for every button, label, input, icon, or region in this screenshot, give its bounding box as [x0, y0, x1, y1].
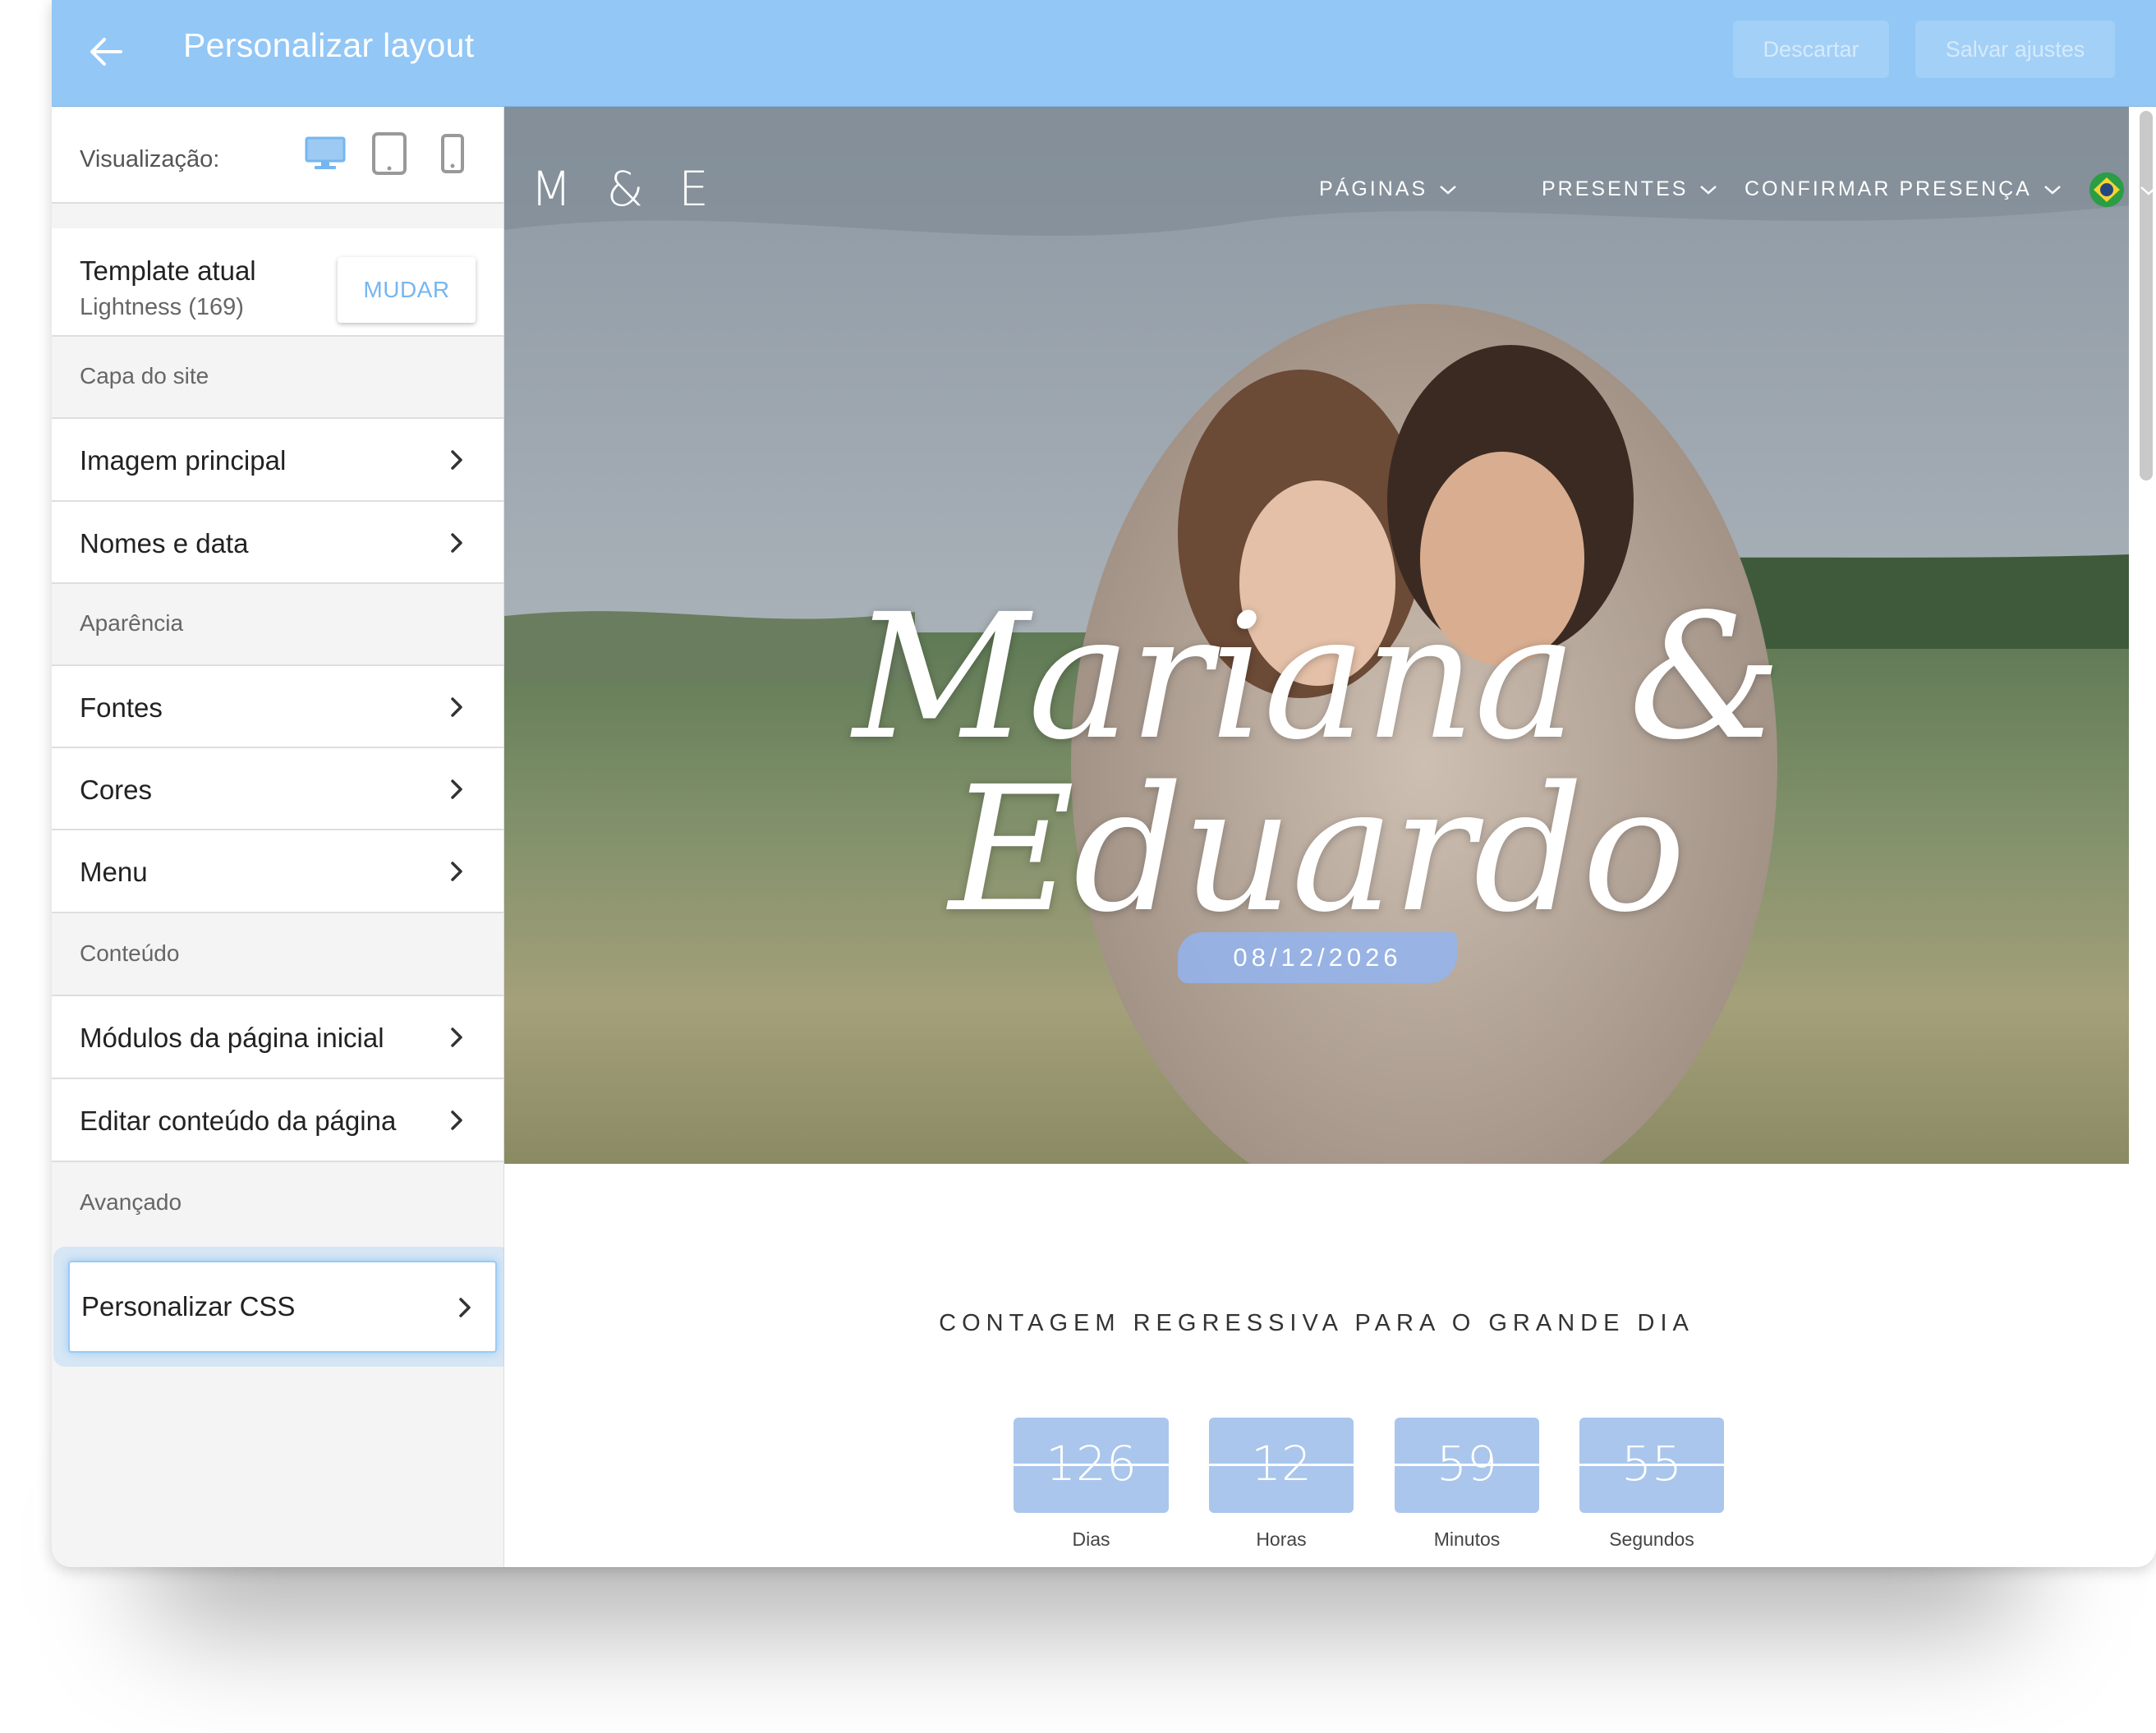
- nav-label: PRESENTES: [1542, 177, 1689, 200]
- template-title: Template atual: [80, 255, 256, 286]
- chevron-right-icon: [446, 444, 467, 476]
- menu-item-colors[interactable]: Cores: [52, 748, 503, 830]
- mobile-view-icon[interactable]: [440, 133, 465, 174]
- menu-item-edit-page-content[interactable]: Editar conteúdo da página: [52, 1079, 503, 1162]
- top-bar: Personalizar layout Descartar Salvar aju…: [52, 0, 2156, 107]
- nav-pages[interactable]: PÁGINAS: [1319, 177, 1457, 201]
- menu-item-label: Fontes: [80, 692, 163, 723]
- section-header-advanced: Avançado: [52, 1162, 503, 1245]
- chevron-right-icon: [446, 526, 467, 559]
- nav-label: CONFIRMAR PRESENÇA: [1745, 177, 2032, 200]
- countdown-minutes-box: 59: [1395, 1418, 1539, 1513]
- menu-item-custom-css[interactable]: Personalizar CSS: [68, 1261, 497, 1353]
- countdown-label: Dias: [1072, 1528, 1110, 1550]
- couple-names: Mariana & Eduardo: [853, 577, 1781, 950]
- chevron-down-icon: [2044, 185, 2061, 195]
- countdown-hours-box: 12: [1209, 1418, 1354, 1513]
- chevron-right-icon: [446, 1104, 467, 1137]
- chevron-down-icon: [1440, 185, 1456, 195]
- chevron-down-icon[interactable]: [2140, 185, 2156, 196]
- preview-scrollbar[interactable]: [2140, 111, 2153, 480]
- nav-gifts[interactable]: PRESENTES: [1542, 177, 1717, 201]
- menu-item-label: Cores: [80, 775, 153, 805]
- nav-label: PÁGINAS: [1319, 177, 1428, 200]
- menu-item-main-image[interactable]: Imagem principal: [52, 419, 503, 502]
- menu-item-label: Menu: [80, 857, 148, 887]
- countdown-divider: [1209, 1464, 1354, 1466]
- section-label: Conteúdo: [80, 940, 180, 966]
- editor-window: Personalizar layout Descartar Salvar aju…: [52, 0, 2156, 1567]
- section-header-content: Conteúdo: [52, 913, 503, 996]
- nav-rsvp[interactable]: CONFIRMAR PRESENÇA: [1745, 177, 2062, 201]
- menu-item-names-date[interactable]: Nomes e data: [52, 502, 503, 584]
- tablet-view-icon[interactable]: [371, 131, 407, 176]
- site-logo: M & E: [531, 161, 719, 217]
- section-header-cover: Capa do site: [52, 337, 503, 419]
- countdown-divider: [1395, 1464, 1539, 1466]
- current-template-row: Template atual Lightness (169) MUDAR: [52, 228, 503, 337]
- view-mode-label: Visualização:: [80, 146, 220, 172]
- section-header-appearance: Aparência: [52, 584, 503, 666]
- desktop-view-icon[interactable]: [305, 136, 346, 171]
- countdown-label: Segundos: [1609, 1528, 1694, 1550]
- countdown-divider: [1014, 1464, 1169, 1466]
- chevron-right-icon: [446, 1021, 467, 1054]
- menu-item-fonts[interactable]: Fontes: [52, 666, 503, 748]
- change-template-button[interactable]: MUDAR: [338, 257, 476, 323]
- chevron-right-icon: [446, 773, 467, 806]
- countdown-divider: [1579, 1464, 1724, 1466]
- countdown-label: Horas: [1256, 1528, 1307, 1550]
- countdown-title: CONTAGEM REGRESSIVA PARA O GRANDE DIA: [939, 1310, 1694, 1336]
- chevron-down-icon: [1700, 185, 1717, 195]
- page-title: Personalizar layout: [183, 26, 475, 64]
- discard-button[interactable]: Descartar: [1733, 21, 1889, 78]
- menu-item-label: Módulos da página inicial: [80, 1023, 384, 1053]
- countdown-days-box: 126: [1014, 1418, 1169, 1513]
- back-arrow-icon[interactable]: [80, 25, 134, 79]
- section-label: Aparência: [80, 610, 184, 636]
- menu-item-label: Editar conteúdo da página: [80, 1106, 397, 1136]
- countdown-label: Minutos: [1433, 1528, 1501, 1550]
- save-settings-button[interactable]: Salvar ajustes: [1915, 21, 2115, 78]
- menu-item-label: Personalizar CSS: [81, 1291, 296, 1322]
- wedding-date: 08/12/2026: [1178, 932, 1457, 983]
- menu-item-label: Imagem principal: [80, 445, 287, 476]
- view-mode-row: Visualização:: [52, 107, 503, 204]
- chevron-right-icon: [446, 691, 467, 724]
- chevron-right-icon: [446, 855, 467, 888]
- brazil-flag-icon[interactable]: [2089, 172, 2124, 207]
- menu-item-label: Nomes e data: [80, 528, 249, 559]
- template-name: Lightness (169): [80, 294, 244, 320]
- chevron-right-icon: [454, 1291, 476, 1324]
- section-label: Capa do site: [80, 363, 209, 388]
- menu-item-home-modules[interactable]: Módulos da página inicial: [52, 996, 503, 1079]
- menu-item-menu[interactable]: Menu: [52, 830, 503, 913]
- section-label: Avançado: [80, 1189, 182, 1215]
- site-preview: M & E PÁGINAS PRESENTES CONFIRMAR PRESEN…: [504, 107, 2156, 1567]
- countdown-seconds-box: 55: [1579, 1418, 1724, 1513]
